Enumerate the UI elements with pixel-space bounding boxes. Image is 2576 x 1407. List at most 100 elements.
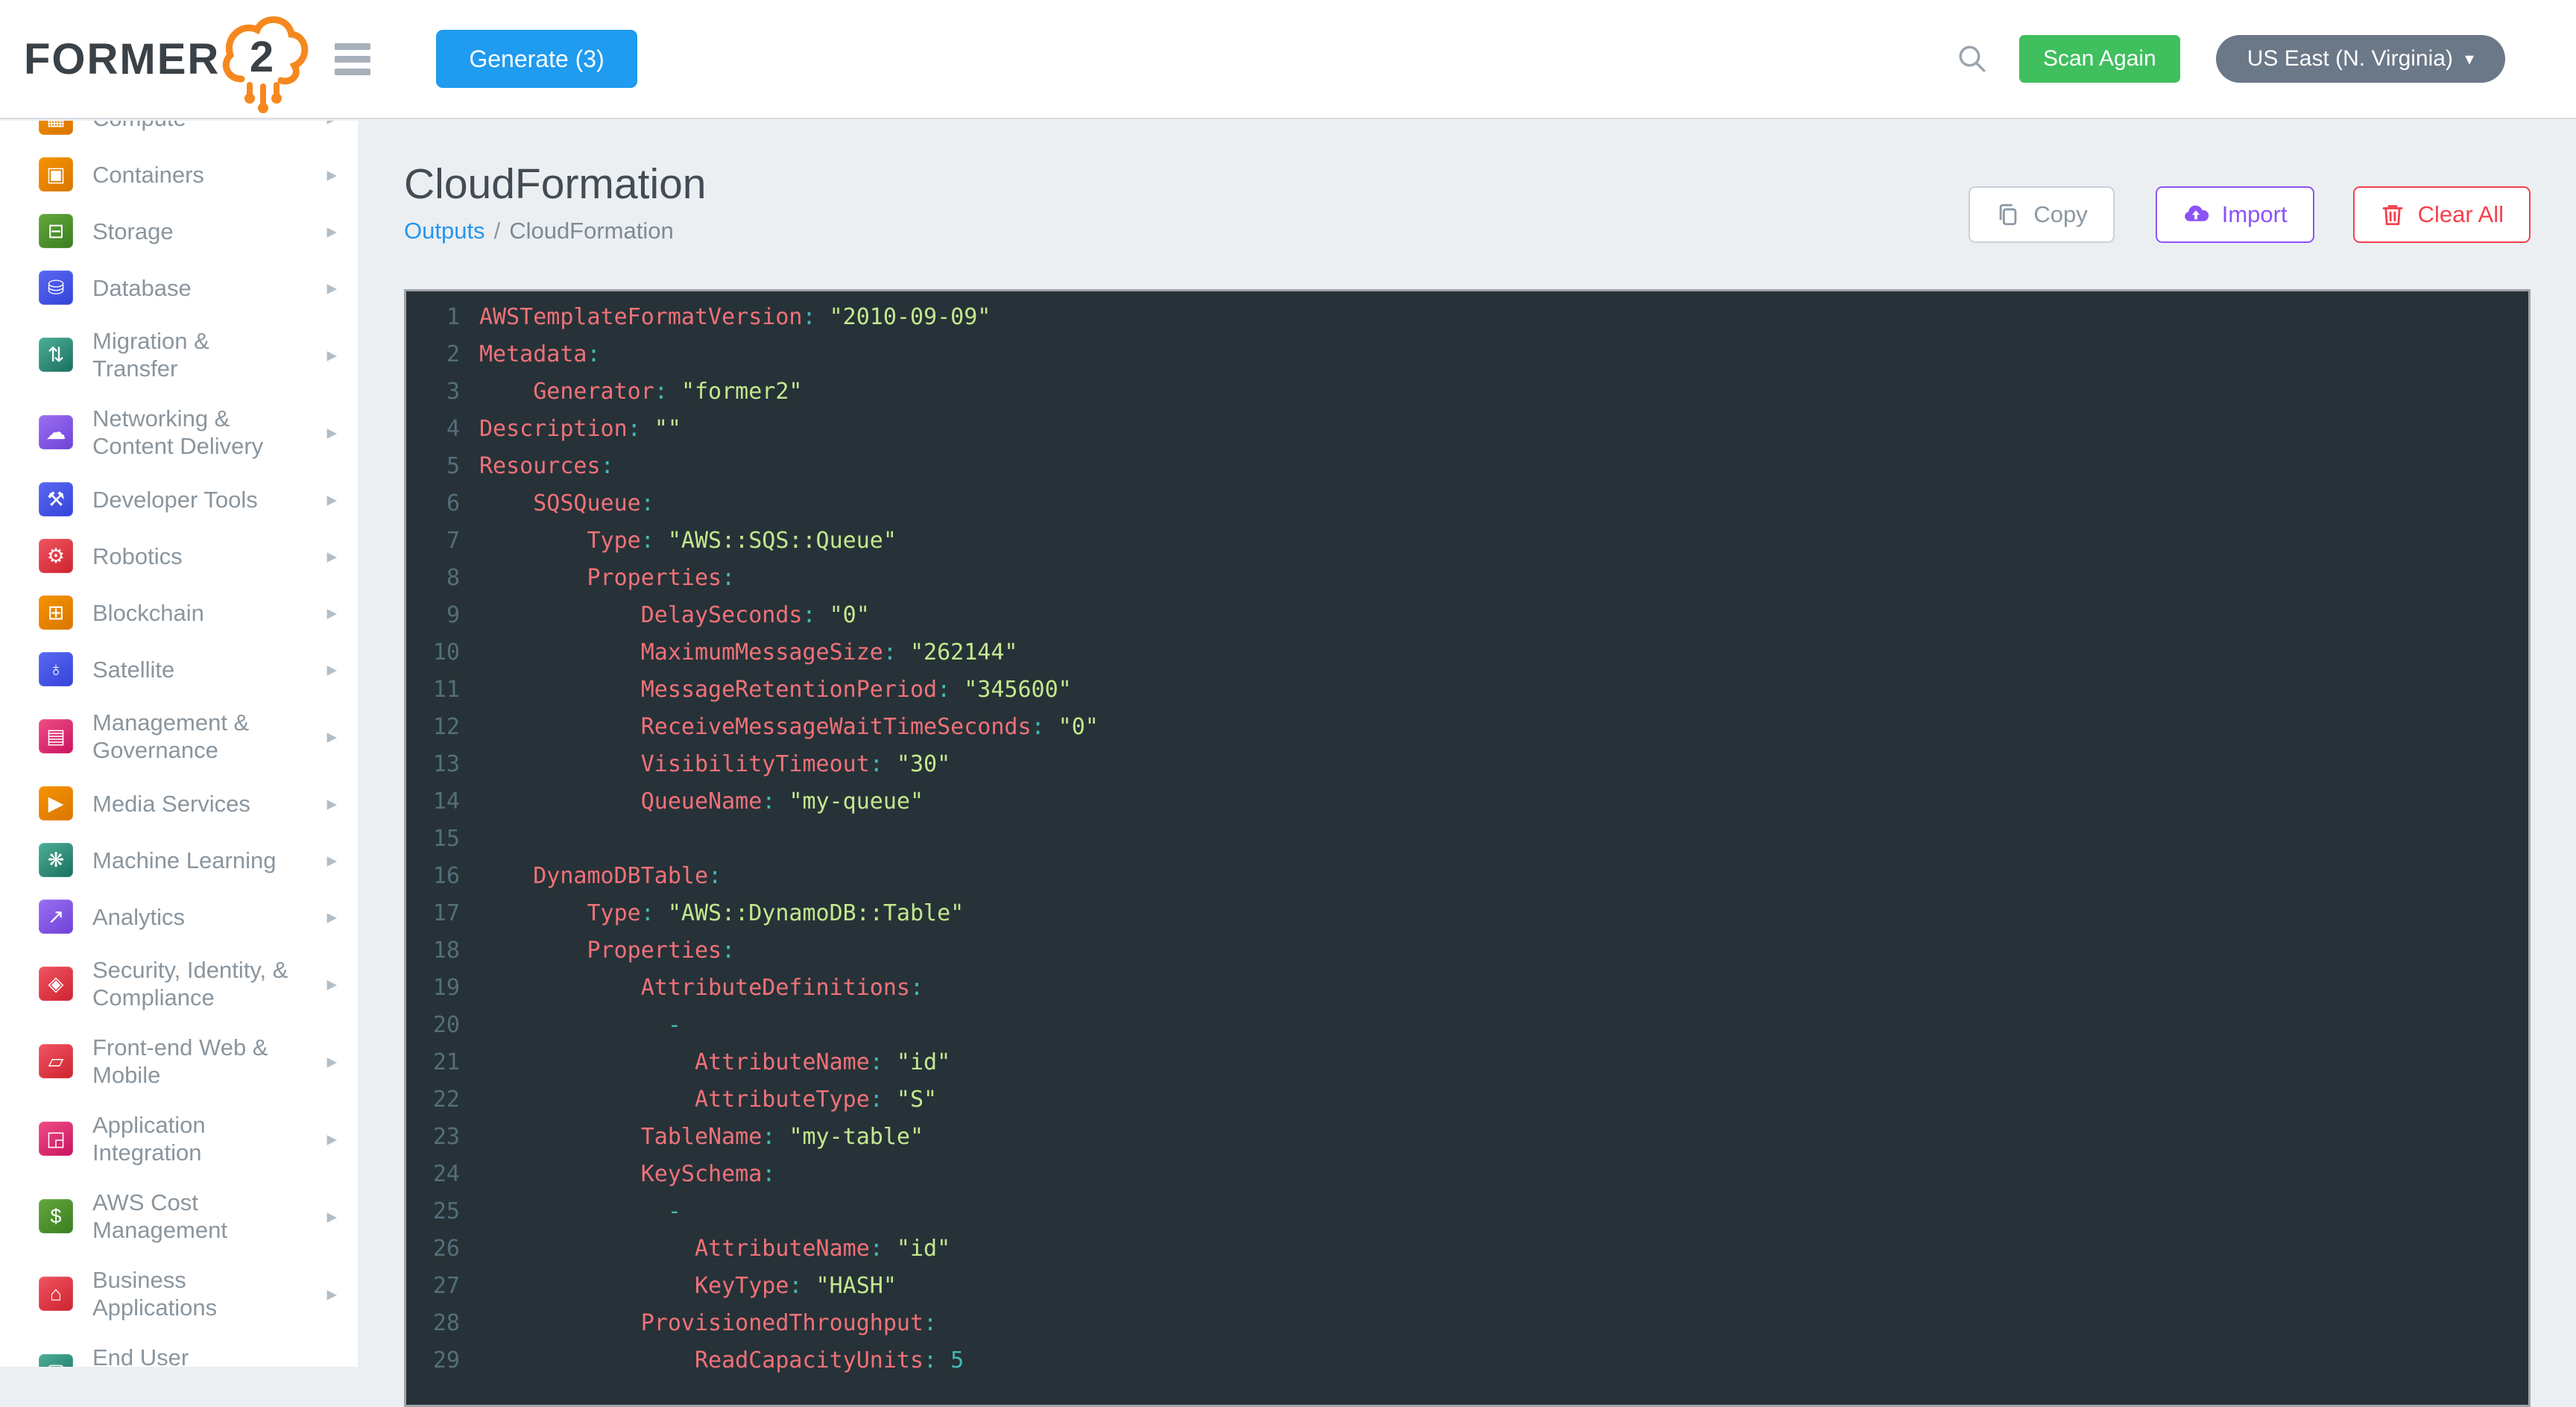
- line-number: 21: [406, 1044, 460, 1081]
- code-line-content: Metadata:: [479, 336, 601, 373]
- sidebar-item-label: Developer Tools: [92, 486, 300, 513]
- code-line: 28 ProvisionedThroughput:: [406, 1305, 2528, 1342]
- sidebar-item-machine-learning[interactable]: ❋ Machine Learning ▸: [0, 832, 358, 888]
- line-number: 20: [406, 1007, 460, 1044]
- chevron-right-icon: ▸: [326, 163, 337, 186]
- code-line: 12 ReceiveMessageWaitTimeSeconds: "0": [406, 709, 2528, 746]
- code-line-content: Properties:: [479, 560, 735, 597]
- search-icon[interactable]: [1957, 43, 1988, 75]
- sidebar-item-application-integration[interactable]: ◲Application Integration▸: [0, 1100, 358, 1177]
- sidebar-item-migration-transfer[interactable]: ⇅Migration & Transfer▸: [0, 316, 358, 393]
- services-sidebar: ▦Compute▸▣Containers▸⊟Storage▸⛁Database▸…: [0, 121, 358, 1367]
- sidebar-item-containers[interactable]: ▣Containers▸: [0, 146, 358, 203]
- line-number: 2: [406, 336, 460, 373]
- chevron-right-icon: ▸: [326, 725, 337, 748]
- sidebar-item-label: Security, Identity, & Compliance: [92, 956, 300, 1011]
- code-line-content: DelaySeconds: "0": [479, 597, 870, 634]
- sidebar-item-media-services[interactable]: ▶Media Services▸: [0, 775, 358, 832]
- code-line: 22 AttributeType: "S": [406, 1081, 2528, 1119]
- line-number: 10: [406, 634, 460, 671]
- line-number: 4: [406, 411, 460, 448]
- sidebar-item-analytics[interactable]: ↗Analytics▸: [0, 888, 358, 945]
- code-line: 18 Properties:: [406, 932, 2528, 970]
- sidebar-item-blockchain[interactable]: ⊞Blockchain▸: [0, 584, 358, 641]
- sidebar-item-compute[interactable]: ▦Compute▸: [0, 121, 358, 146]
- migration-transfer-icon: ⇅: [39, 338, 73, 372]
- former2-logo[interactable]: FORMER 2: [24, 0, 312, 118]
- sidebar-item-label: Database: [92, 274, 300, 302]
- region-dropdown[interactable]: US East (N. Virginia) ▾: [2216, 35, 2505, 83]
- chevron-right-icon: ▸: [326, 658, 337, 681]
- code-line: 10 MaximumMessageSize: "262144": [406, 634, 2528, 671]
- chevron-right-icon: ▸: [326, 1050, 337, 1073]
- menu-toggle-icon[interactable]: [335, 37, 379, 81]
- sidebar-item-networking-content-delivery[interactable]: ☁Networking & Content Delivery▸: [0, 393, 358, 471]
- sidebar-item-label: Machine Learning: [92, 847, 300, 874]
- code-line: 1AWSTemplateFormatVersion: "2010-09-09": [406, 299, 2528, 336]
- security-identity-compliance-icon: ◈: [39, 967, 73, 1001]
- line-number: 6: [406, 485, 460, 522]
- sidebar-item-label: Front-end Web & Mobile: [92, 1034, 300, 1089]
- line-number: 26: [406, 1230, 460, 1268]
- sidebar-item-label: Migration & Transfer: [92, 327, 300, 382]
- chevron-right-icon: ▸: [326, 1360, 337, 1368]
- sidebar-item-business-applications[interactable]: ⌂Business Applications▸: [0, 1255, 358, 1332]
- sidebar-item-label: Containers: [92, 161, 300, 189]
- code-line: 16 DynamoDBTable:: [406, 858, 2528, 895]
- sidebar-item-front-end-web-mobile[interactable]: ▱Front-end Web & Mobile▸: [0, 1022, 358, 1100]
- caret-down-icon: ▾: [2465, 48, 2474, 70]
- code-line: 9 DelaySeconds: "0": [406, 597, 2528, 634]
- copy-button[interactable]: Copy: [1969, 186, 2114, 243]
- line-number: 19: [406, 970, 460, 1007]
- sidebar-item-satellite[interactable]: ♁Satellite▸: [0, 641, 358, 698]
- developer-tools-icon: ⚒: [39, 482, 73, 516]
- chevron-right-icon: ▸: [326, 849, 337, 872]
- sidebar-item-security-identity-compliance[interactable]: ◈ Security, Identity, & Compliance ▸: [0, 945, 358, 1022]
- code-line: 17 Type: "AWS::DynamoDB::Table": [406, 895, 2528, 932]
- breadcrumb-outputs-link[interactable]: Outputs: [404, 218, 485, 244]
- clear-all-label: Clear All: [2418, 201, 2504, 228]
- code-line: 20 -: [406, 1007, 2528, 1044]
- application-integration-icon: ◲: [39, 1122, 73, 1156]
- chevron-right-icon: ▸: [326, 220, 337, 243]
- line-number: 8: [406, 560, 460, 597]
- sidebar-item-management-governance[interactable]: ▤Management & Governance▸: [0, 698, 358, 775]
- action-buttons: Copy Import Clear All: [1969, 186, 2531, 243]
- sidebar-item-database[interactable]: ⛁Database▸: [0, 259, 358, 316]
- code-line: 19 AttributeDefinitions:: [406, 970, 2528, 1007]
- code-line: 13 VisibilityTimeout: "30": [406, 746, 2528, 783]
- sidebar-item-developer-tools[interactable]: ⚒ Developer Tools ▸: [0, 471, 358, 528]
- code-line-content: Type: "AWS::SQS::Queue": [479, 522, 897, 560]
- code-line: 21 AttributeName: "id": [406, 1044, 2528, 1081]
- code-line: 2 Metadata:: [406, 336, 2528, 373]
- code-line-content: -: [479, 1193, 681, 1230]
- chevron-right-icon: ▸: [326, 973, 337, 996]
- code-line-content: DynamoDBTable:: [479, 858, 722, 895]
- code-line: 24 KeySchema:: [406, 1156, 2528, 1193]
- line-number: 25: [406, 1193, 460, 1230]
- machine-learning-icon: ❋: [39, 843, 73, 877]
- chevron-right-icon: ▸: [326, 488, 337, 511]
- sidebar-item-end-user-computing[interactable]: ▢End User Computing▸: [0, 1332, 358, 1367]
- sidebar-item-label: Blockchain: [92, 599, 300, 627]
- import-button[interactable]: Import: [2156, 186, 2314, 243]
- compute-icon: ▦: [39, 121, 73, 135]
- code-line: 14 QueueName: "my-queue": [406, 783, 2528, 821]
- aws-cost-management-icon: $: [39, 1199, 73, 1233]
- code-line-content: AttributeType: "S": [479, 1081, 937, 1119]
- generate-button[interactable]: Generate (3): [436, 30, 637, 88]
- satellite-icon: ♁: [39, 652, 73, 686]
- robotics-icon: ⚙: [39, 539, 73, 573]
- clear-all-button[interactable]: Clear All: [2353, 186, 2531, 243]
- breadcrumb-separator: /: [494, 218, 501, 244]
- sidebar-item-robotics[interactable]: ⚙Robotics▸: [0, 528, 358, 584]
- sidebar-item-label: End User Computing: [92, 1344, 300, 1367]
- scan-again-button[interactable]: Scan Again: [2019, 35, 2180, 83]
- cloudformation-code-editor[interactable]: 1AWSTemplateFormatVersion: "2010-09-09"2…: [404, 289, 2531, 1407]
- sidebar-item-aws-cost-management[interactable]: $AWS Cost Management▸: [0, 1177, 358, 1255]
- line-number: 5: [406, 448, 460, 485]
- code-line-content: ProvisionedThroughput:: [479, 1305, 937, 1342]
- chevron-right-icon: ▸: [326, 1128, 337, 1151]
- sidebar-item-storage[interactable]: ⊟Storage▸: [0, 203, 358, 259]
- main-content: CloudFormation Outputs/CloudFormation Co…: [358, 121, 2576, 1367]
